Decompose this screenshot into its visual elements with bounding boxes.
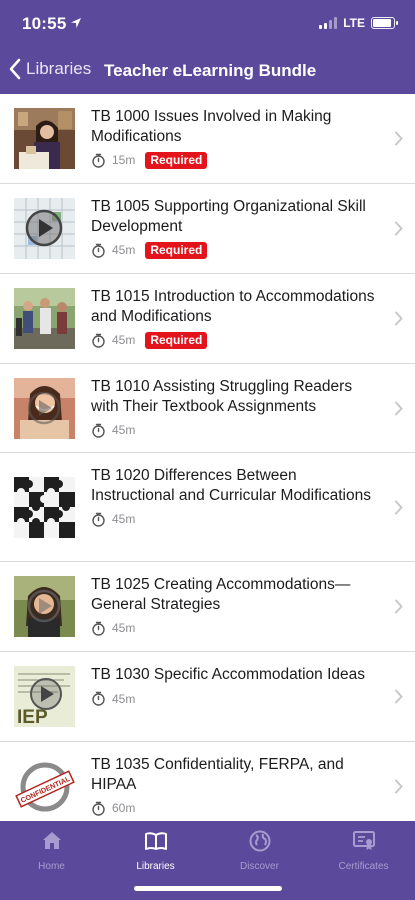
- course-thumbnail: [14, 576, 75, 637]
- course-row[interactable]: TB 1025 Creating Accommodations—General …: [0, 562, 415, 652]
- required-badge: Required: [145, 331, 208, 349]
- course-row[interactable]: IEP TB 1030 Specific Accommodation Ideas…: [0, 652, 415, 742]
- course-duration: 45m: [112, 691, 136, 706]
- navigation-bar: Libraries Teacher eLearning Bundle: [0, 48, 415, 94]
- teacher-video-icon: [14, 576, 75, 637]
- tab-home[interactable]: Home: [0, 829, 103, 872]
- course-thumbnail: [14, 288, 75, 349]
- certificate-icon: [352, 831, 375, 850]
- video-thumbnail-icon: [14, 198, 75, 259]
- reader-photo-icon: [14, 378, 75, 439]
- tab-label: Home: [38, 861, 65, 872]
- course-duration: 60m: [112, 801, 136, 815]
- students-photo-icon: [14, 288, 75, 349]
- course-title: TB 1000 Issues Involved in Making Modifi…: [91, 108, 332, 145]
- iep-document-icon: IEP: [14, 666, 75, 727]
- course-duration: 15m: [112, 153, 136, 167]
- location-arrow-icon: [71, 18, 81, 28]
- chevron-right-icon: [395, 401, 403, 416]
- course-thumbnail: IEP: [14, 666, 75, 727]
- course-thumbnail: [14, 477, 75, 538]
- course-row[interactable]: TB 1015 Introduction to Accommodations a…: [0, 274, 415, 364]
- course-title: TB 1020 Differences Between Instructiona…: [91, 467, 371, 504]
- course-title: TB 1010 Assisting Struggling Readers wit…: [91, 378, 353, 415]
- status-time: 10:55: [22, 14, 67, 33]
- stopwatch-icon: [92, 243, 105, 258]
- status-bar: 10:55 LTE: [0, 0, 415, 48]
- required-badge: Required: [145, 241, 208, 259]
- tab-label: Libraries: [136, 861, 175, 872]
- confidential-stamp-icon: CONFIDENTIAL: [14, 756, 75, 817]
- chevron-right-icon: [395, 131, 403, 146]
- required-badge: Required: [145, 151, 208, 169]
- course-title: TB 1025 Creating Accommodations—General …: [91, 576, 351, 613]
- course-row[interactable]: TB 1000 Issues Involved in Making Modifi…: [0, 94, 415, 184]
- puzzle-pattern-icon: [14, 477, 75, 538]
- course-thumbnail: [14, 378, 75, 439]
- course-duration: 45m: [112, 621, 136, 635]
- back-label: Libraries: [26, 59, 92, 78]
- stopwatch-icon: [92, 801, 105, 816]
- book-icon: [144, 832, 167, 850]
- page-title: Teacher eLearning Bundle: [104, 61, 317, 80]
- globe-icon: [249, 830, 270, 852]
- chevron-right-icon: [395, 599, 403, 614]
- chevron-right-icon: [395, 221, 403, 236]
- stopwatch-icon: [92, 423, 105, 438]
- chevron-right-icon: [395, 779, 403, 794]
- status-indicators: LTE: [319, 16, 398, 30]
- stopwatch-icon: [92, 512, 105, 527]
- back-button[interactable]: Libraries: [8, 58, 91, 80]
- course-thumbnail: [14, 108, 75, 169]
- chevron-left-icon: [9, 58, 21, 80]
- course-duration: 45m: [112, 243, 136, 257]
- course-list: TB 1000 Issues Involved in Making Modifi…: [0, 94, 415, 821]
- course-duration: 45m: [112, 333, 136, 347]
- iep-label: IEP: [17, 707, 48, 727]
- course-duration: 45m: [112, 512, 136, 526]
- course-title: TB 1015 Introduction to Accommodations a…: [91, 288, 375, 325]
- chevron-right-icon: [395, 500, 403, 515]
- stopwatch-icon: [92, 691, 105, 706]
- tab-label: Discover: [240, 861, 279, 872]
- course-row[interactable]: CONFIDENTIAL TB 1035 Confidentiality, FE…: [0, 742, 415, 821]
- course-thumbnail: CONFIDENTIAL: [14, 756, 75, 817]
- course-title: TB 1005 Supporting Organizational Skill …: [91, 198, 366, 235]
- course-title: TB 1030 Specific Accommodation Ideas: [91, 666, 365, 683]
- stopwatch-icon: [92, 333, 105, 348]
- tab-libraries[interactable]: Libraries: [104, 829, 207, 872]
- tab-label: Certificates: [338, 861, 389, 872]
- course-duration: 45m: [112, 423, 136, 437]
- chevron-right-icon: [395, 311, 403, 326]
- course-thumbnail: [14, 198, 75, 259]
- tab-discover[interactable]: Discover: [208, 829, 311, 872]
- home-icon: [42, 832, 61, 849]
- network-type: LTE: [343, 16, 365, 30]
- course-row[interactable]: TB 1020 Differences Between Instructiona…: [0, 453, 415, 562]
- tab-certificates[interactable]: Certificates: [312, 829, 415, 872]
- course-row[interactable]: TB 1005 Supporting Organizational Skill …: [0, 184, 415, 274]
- battery-icon: [371, 17, 398, 29]
- course-title: TB 1035 Confidentiality, FERPA, and HIPA…: [91, 756, 344, 793]
- home-indicator[interactable]: [134, 886, 282, 891]
- chevron-right-icon: [395, 689, 403, 704]
- stopwatch-icon: [92, 153, 105, 168]
- signal-icon: [319, 17, 338, 29]
- stopwatch-icon: [92, 621, 105, 636]
- course-row[interactable]: TB 1010 Assisting Struggling Readers wit…: [0, 364, 415, 453]
- classroom-photo-icon: [14, 108, 75, 169]
